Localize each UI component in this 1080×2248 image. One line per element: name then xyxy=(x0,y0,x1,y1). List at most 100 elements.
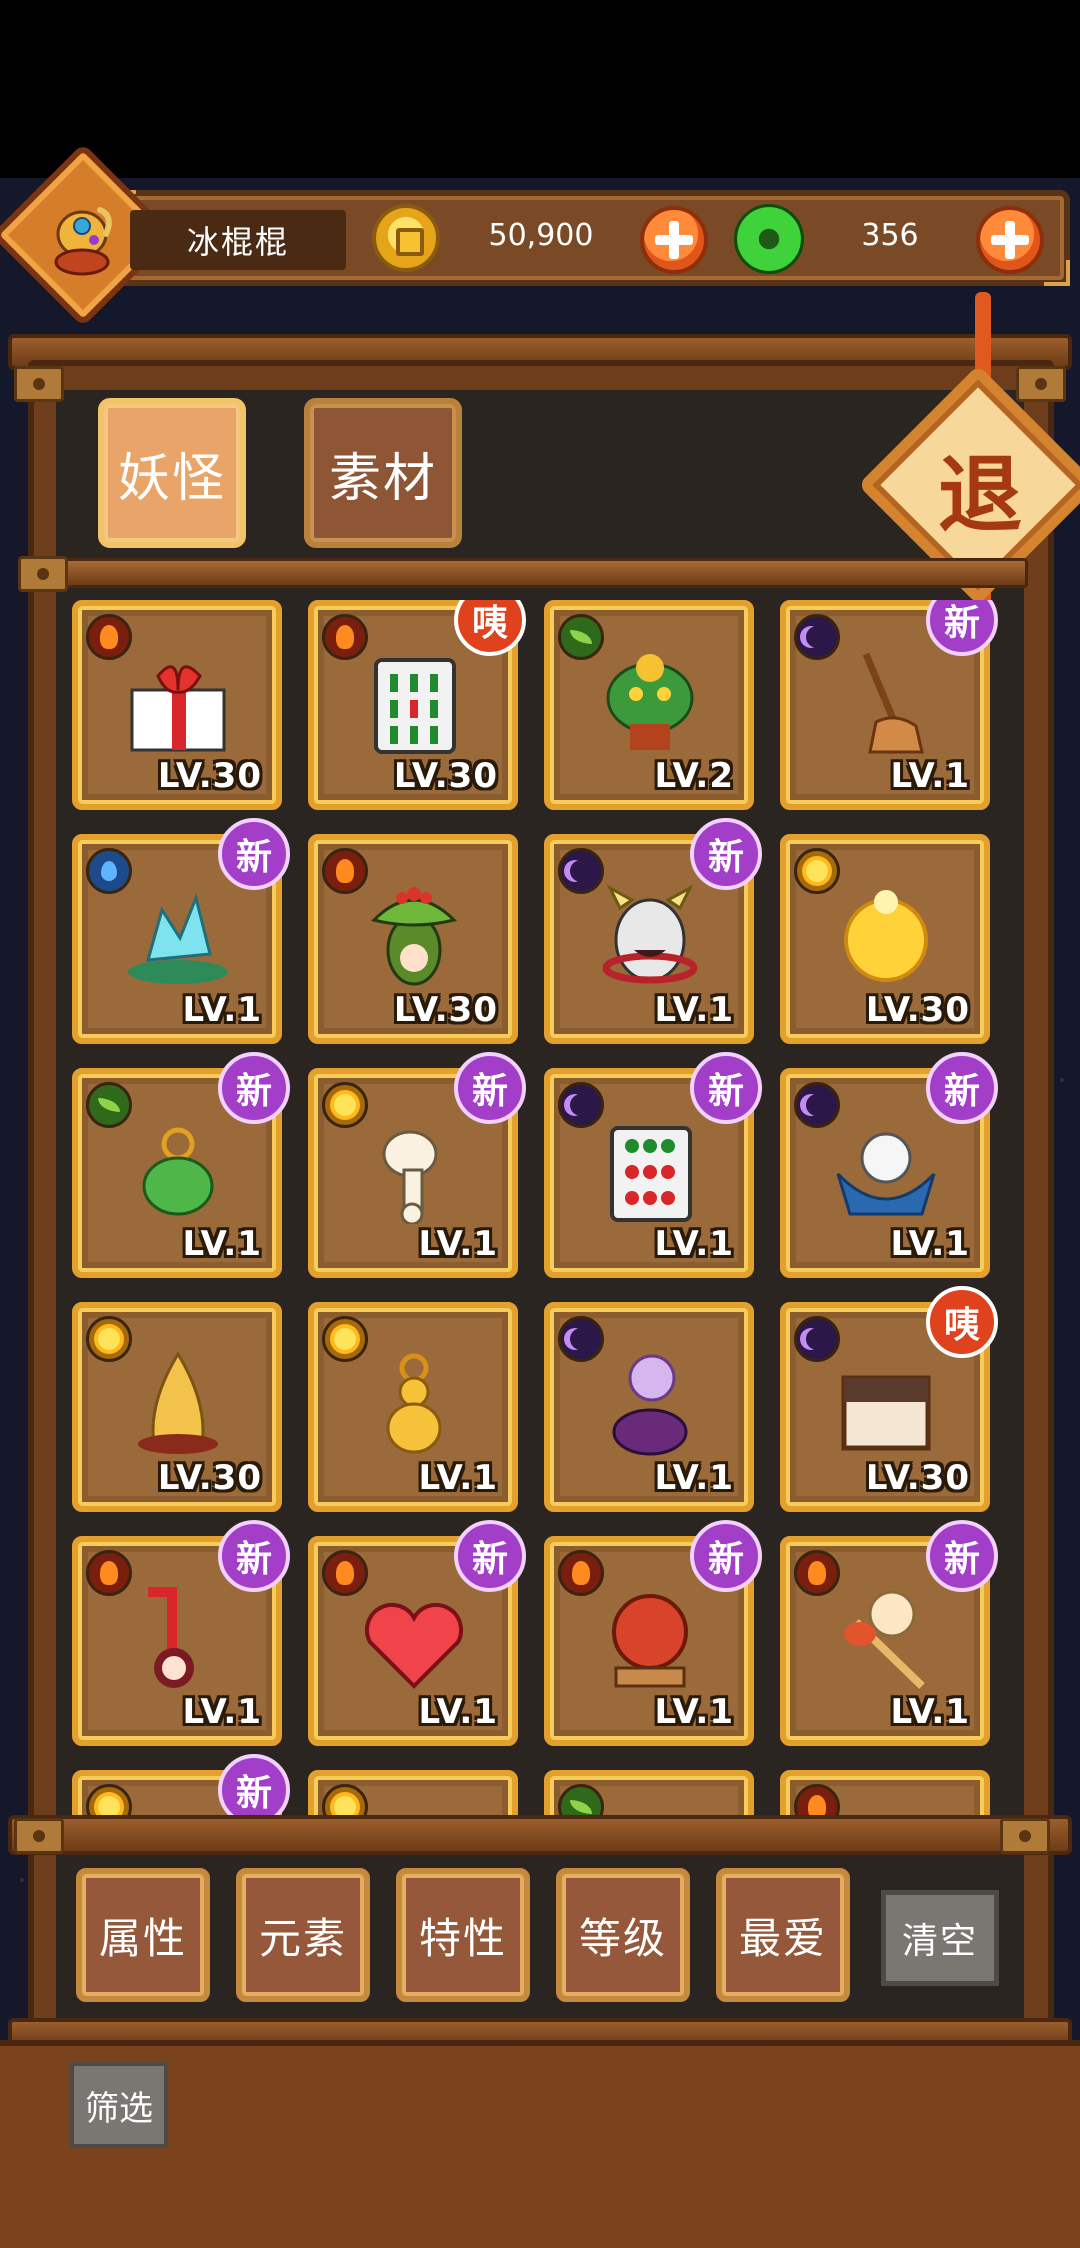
item-card[interactable]: LV.1 新 xyxy=(780,1052,998,1278)
moon-element-icon xyxy=(794,614,840,660)
filter-label: 特性 xyxy=(418,1913,507,1963)
item-card[interactable]: LV.30 咦 xyxy=(308,600,526,810)
star-speck xyxy=(1060,1078,1064,1082)
sun-element-icon xyxy=(86,1316,132,1362)
new-badge: 新 xyxy=(218,818,290,890)
tab-materials[interactable]: 素材 xyxy=(304,398,462,548)
fire-element-icon xyxy=(322,848,368,894)
add-coins-button[interactable] xyxy=(640,206,708,274)
treasure-chest-monster-icon xyxy=(841,1375,931,1451)
filter-attribute-button[interactable]: 属性 xyxy=(76,1868,210,2002)
filter-trait-button[interactable]: 特性 xyxy=(396,1868,530,2002)
filter-favorite-button[interactable]: 最爱 xyxy=(716,1868,850,2002)
level-label: LV.1 xyxy=(654,990,734,1030)
mandrake-monster-icon xyxy=(371,887,457,986)
fire-element-icon xyxy=(322,1550,368,1596)
coin-count: 50,900 xyxy=(488,218,594,253)
level-label: LV.1 xyxy=(890,1224,970,1264)
item-card[interactable]: 新 xyxy=(72,1754,290,1815)
item-card[interactable]: LV.1 新 xyxy=(72,1520,290,1746)
new-badge: 新 xyxy=(218,1052,290,1124)
hud-corner-ornament xyxy=(1044,260,1070,286)
frame-bolt xyxy=(14,1818,64,1854)
frame-bolt xyxy=(18,556,68,592)
player-name: 冰棍棍 xyxy=(186,223,289,261)
fire-element-icon xyxy=(794,1550,840,1596)
new-badge: 新 xyxy=(454,1520,526,1592)
item-card[interactable]: LV.30 xyxy=(72,600,282,810)
level-label: LV.30 xyxy=(393,990,498,1030)
item-card[interactable]: LV.1 新 xyxy=(780,600,998,810)
level-label: LV.30 xyxy=(865,1458,970,1498)
item-card[interactable]: LV.1 新 xyxy=(308,1052,526,1278)
smoke-pot-spirit-icon xyxy=(612,1354,688,1456)
tab-monsters-label: 妖怪 xyxy=(117,448,226,509)
red-ball-spirit-icon xyxy=(612,1594,688,1688)
green-dragon-monster-icon xyxy=(606,654,694,750)
item-card[interactable]: LV.2 xyxy=(544,600,754,810)
water-element-icon xyxy=(86,848,132,894)
grid-bottom-beam xyxy=(8,1815,1072,1855)
new-badge: 新 xyxy=(690,818,762,890)
level-label: LV.2 xyxy=(654,756,734,796)
fire-element-icon xyxy=(558,1550,604,1596)
item-card[interactable]: LV.1 新 xyxy=(780,1520,998,1746)
monster-grid[interactable]: LV.30 LV.30 咦 LV.2 LV.1 新 LV.1 新 LV.30 LV.1 新 LV.30… xyxy=(72,600,1012,1815)
add-gems-button[interactable] xyxy=(976,206,1044,274)
item-card[interactable]: LV.1 新 xyxy=(544,1520,762,1746)
filter-element-button[interactable]: 元素 xyxy=(236,1868,370,2002)
gift-box-icon xyxy=(130,665,226,752)
crystal-monster-icon xyxy=(128,893,228,984)
level-label: LV.1 xyxy=(418,1692,498,1732)
moon-element-icon xyxy=(794,1082,840,1128)
moon-element-icon xyxy=(558,1316,604,1362)
filter-label: 最爱 xyxy=(738,1913,827,1963)
item-card[interactable] xyxy=(544,1770,754,1815)
tab-materials-label: 素材 xyxy=(328,448,437,509)
ghost-in-bowl-icon xyxy=(836,1132,936,1216)
level-label: LV.1 xyxy=(182,1692,262,1732)
fire-element-icon xyxy=(86,614,132,660)
filter-level-button[interactable]: 等级 xyxy=(556,1868,690,2002)
match-spirit-icon xyxy=(844,1590,925,1689)
item-card[interactable]: LV.1 新 xyxy=(72,818,290,1044)
player-avatar-icon xyxy=(54,207,112,276)
status-bar-area xyxy=(0,0,1080,178)
item-card[interactable]: LV.1 xyxy=(308,1302,518,1512)
filter-label: 属性 xyxy=(98,1913,187,1963)
level-label: LV.1 xyxy=(654,1692,734,1732)
gem-count: 356 xyxy=(861,218,919,253)
item-card[interactable]: LV.1 新 xyxy=(544,1052,762,1278)
item-card[interactable]: LV.1 新 xyxy=(308,1520,526,1746)
clear-button[interactable]: 清空 xyxy=(881,1890,999,1986)
sun-element-icon xyxy=(794,848,840,894)
coin-icon xyxy=(372,204,440,272)
screen-button[interactable]: 筛选 xyxy=(70,2062,168,2148)
leaf-element-icon xyxy=(558,614,604,660)
item-card[interactable] xyxy=(780,1770,990,1815)
mahjong-tile-red-icon xyxy=(610,1126,692,1222)
leaf-element-icon xyxy=(558,1784,604,1815)
jade-gem-icon xyxy=(734,204,804,274)
quit-label: 退 xyxy=(937,445,1022,544)
item-card[interactable]: LV.30 xyxy=(72,1302,282,1512)
item-card[interactable]: LV.30 xyxy=(780,834,990,1044)
item-card[interactable]: LV.30 xyxy=(308,834,518,1044)
grid-top-shelf xyxy=(52,558,1028,588)
frame-bolt xyxy=(14,366,64,402)
leaf-element-icon xyxy=(86,1082,132,1128)
item-card[interactable]: LV.1 xyxy=(544,1302,754,1512)
horn-spirit-icon xyxy=(138,1351,218,1454)
level-label: LV.1 xyxy=(890,756,970,796)
item-card[interactable]: LV.1 新 xyxy=(72,1052,290,1278)
filter-label: 等级 xyxy=(578,1913,667,1963)
item-card[interactable]: LV.1 新 xyxy=(544,818,762,1044)
level-label: LV.30 xyxy=(157,756,262,796)
item-card[interactable] xyxy=(308,1770,518,1815)
frame-bolt xyxy=(1000,1818,1050,1854)
item-card[interactable]: LV.30 咦 xyxy=(780,1286,998,1512)
level-label: LV.30 xyxy=(393,756,498,796)
screen-label: 筛选 xyxy=(85,2088,153,2129)
new-badge: 新 xyxy=(926,1520,998,1592)
tab-monsters[interactable]: 妖怪 xyxy=(98,398,246,548)
